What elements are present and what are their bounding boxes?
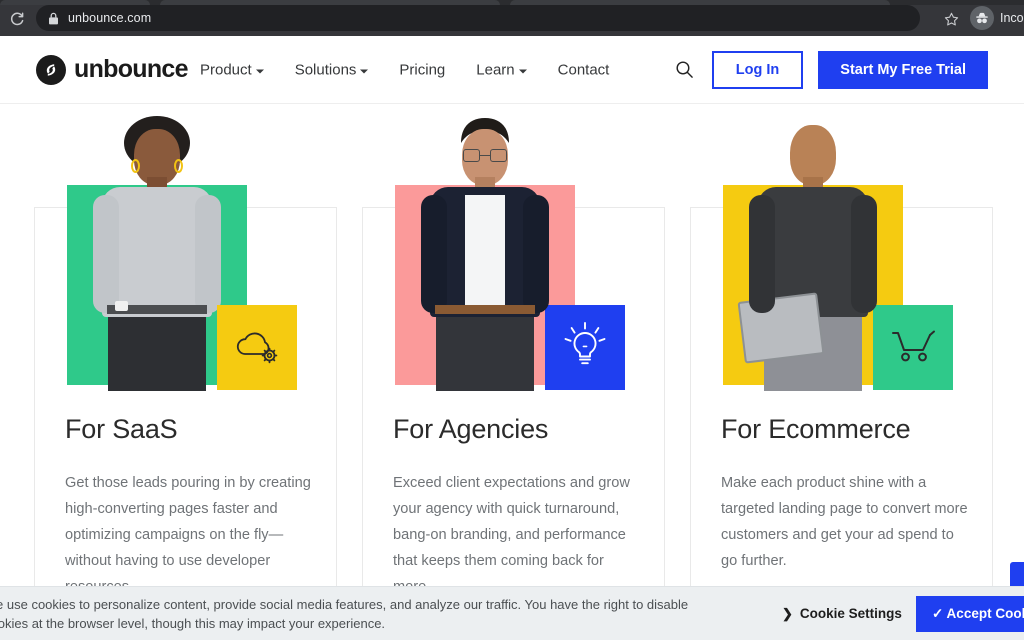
card-for-ecommerce[interactable]: For Ecommerce Make each product shine wi… [690, 125, 993, 640]
start-free-trial-button[interactable]: Start My Free Trial [818, 50, 988, 89]
search-icon[interactable] [673, 58, 697, 82]
card-for-agencies[interactable]: For Agencies Exceed client expectations … [362, 118, 665, 640]
chevron-right-icon: ❯ [782, 605, 793, 621]
chevron-down-icon [255, 69, 264, 73]
card-body: Get those leads pouring in by creating h… [65, 475, 311, 595]
person-legs [108, 311, 206, 391]
nav-item-solutions[interactable]: Solutions [295, 61, 369, 78]
unbounce-logo-text: unbounce [74, 55, 189, 83]
card-title: For Ecommerce [721, 414, 911, 444]
address-bar[interactable]: unbounce.com [36, 5, 920, 31]
person-illustration-ecommerce [737, 115, 879, 391]
nav-item-label: Learn [476, 61, 515, 78]
person-belt [435, 305, 535, 314]
cookie-settings-label: Cookie Settings [799, 606, 902, 621]
unbounce-logo-icon [36, 54, 66, 85]
card-visual [691, 115, 994, 405]
person-head [790, 125, 836, 185]
nav-item-contact[interactable]: Contact [558, 61, 610, 78]
chevron-down-icon [360, 69, 369, 73]
card-title: For SaaS [65, 414, 178, 444]
card-body: Exceed client expectations and grow your… [393, 475, 630, 595]
unbounce-logo[interactable]: unbounce [36, 54, 189, 85]
glasses-icon [463, 149, 507, 162]
nav-item-label: Pricing [399, 61, 446, 78]
nav-item-label: Solutions [294, 61, 357, 78]
person-arm [421, 195, 447, 313]
person-arm [523, 195, 549, 313]
nav-item-label: Contact [557, 61, 610, 78]
person-legs [436, 311, 534, 391]
card-visual [35, 115, 338, 405]
page-body: For SaaS Get those leads pouring in by c… [0, 104, 1024, 640]
person-watch [115, 301, 128, 311]
use-case-cards: For SaaS Get those leads pouring in by c… [0, 104, 1024, 640]
incognito-profile-chip[interactable]: Inco [970, 5, 1024, 31]
main-nav: Product Solutions Pricing Learn Contact [200, 61, 609, 78]
person-illustration-saas [91, 115, 223, 391]
shopping-cart-icon [887, 325, 939, 370]
chevron-down-icon [518, 69, 527, 73]
login-button[interactable]: Log In [711, 50, 804, 89]
card-visual [363, 115, 666, 405]
cookie-consent-banner: We use cookies to personalize content, p… [0, 586, 1024, 640]
reload-icon[interactable] [4, 6, 29, 31]
nav-item-label: Product [200, 61, 252, 78]
nav-item-pricing[interactable]: Pricing [399, 61, 445, 78]
lock-icon [48, 12, 59, 25]
header-actions: Log In Start My Free Trial [673, 50, 988, 89]
card-for-saas[interactable]: For SaaS Get those leads pouring in by c… [34, 116, 337, 640]
site-header: unbounce Product Solutions Pricing Learn… [0, 36, 1024, 104]
icon-tile-lightbulb [545, 305, 625, 390]
person-earring [131, 159, 140, 173]
nav-item-product[interactable]: Product [200, 61, 264, 78]
lightbulb-icon [563, 321, 607, 374]
card-body: Make each product shine with a targeted … [721, 475, 968, 569]
person-arm [851, 195, 877, 313]
icon-tile-cloud-gear [217, 305, 297, 390]
browser-chrome: unbounce.com Inco [0, 0, 1024, 36]
person-shirt-front [465, 195, 505, 307]
person-illustration-agencies [419, 115, 551, 391]
person-arm [195, 195, 221, 313]
incognito-label: Inco [1000, 11, 1024, 25]
person-arm [93, 195, 119, 313]
person-arm [749, 195, 775, 313]
star-icon[interactable] [940, 8, 962, 30]
nav-item-learn[interactable]: Learn [476, 61, 527, 78]
incognito-icon [970, 6, 994, 30]
cloud-gear-icon [232, 324, 282, 371]
cookie-banner-text: We use cookies to personalize content, p… [0, 597, 689, 631]
card-title: For Agencies [393, 414, 549, 444]
person-earring [174, 159, 183, 173]
icon-tile-shopping-cart [873, 305, 953, 390]
address-bar-url: unbounce.com [68, 11, 152, 25]
accept-cookies-button[interactable]: ✓ Accept Cookies [916, 595, 1024, 632]
cookie-settings-button[interactable]: ❯ Cookie Settings [782, 606, 902, 622]
